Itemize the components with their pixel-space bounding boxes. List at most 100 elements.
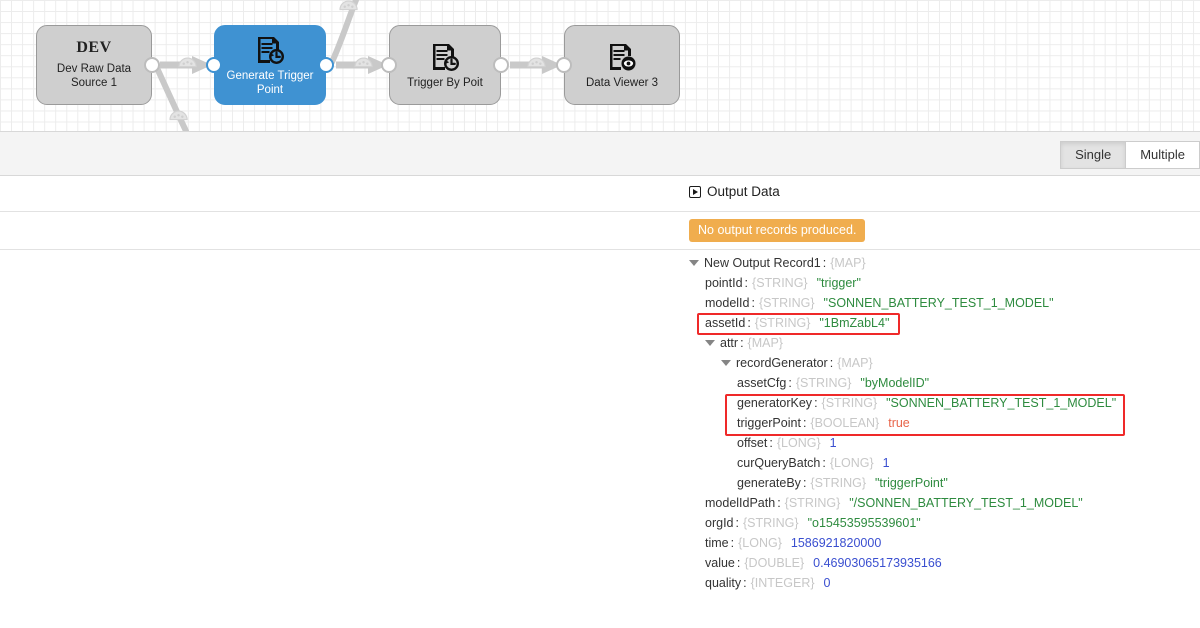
tree-key: assetId (705, 313, 745, 333)
tree-row[interactable]: modelId:{STRING}"SONNEN_BATTERY_TEST_1_M… (689, 293, 1116, 313)
tree-row[interactable]: recordGenerator:{MAP} (689, 353, 1116, 373)
tree-row[interactable]: triggerPoint:{BOOLEAN} true (689, 413, 1116, 433)
tree-colon: : (745, 273, 748, 293)
output-data-panel: Output Data No output records produced. … (0, 176, 1200, 628)
tree-value: "triggerPoint" (875, 473, 948, 493)
tree-type: {STRING} (822, 393, 878, 413)
view-mode-multiple-button[interactable]: Multiple (1126, 141, 1200, 169)
tree-type: {STRING} (755, 313, 811, 333)
tree-colon: : (777, 493, 780, 513)
tree-colon: : (830, 353, 833, 373)
tree-value: true (888, 413, 910, 433)
pipeline-node-generate-trigger-point[interactable]: Generate TriggerPoint (214, 25, 326, 105)
tree-value: 0.46903065173935166 (813, 553, 942, 573)
tree-type: {LONG} (830, 453, 874, 473)
node-label: Generate TriggerPoint (223, 69, 318, 97)
tree-value: 1 (883, 453, 890, 473)
no-output-records-banner: No output records produced. (689, 219, 865, 242)
node-label: Trigger By Poit (403, 76, 487, 90)
tree-key: offset (737, 433, 767, 453)
tree-colon: : (736, 513, 739, 533)
caret-down-icon[interactable] (721, 360, 731, 366)
tree-type: {BOOLEAN} (810, 413, 879, 433)
pipeline-node-dev-raw-data-source-1[interactable]: DEV Dev Raw DataSource 1 (36, 25, 152, 105)
tree-key: triggerPoint (737, 413, 801, 433)
tree-value: "/SONNEN_BATTERY_TEST_1_MODEL" (849, 493, 1082, 513)
tree-value: "o15453595539601" (808, 513, 921, 533)
node-port-output-generate-trigger-point[interactable] (318, 57, 334, 73)
tree-colon: : (769, 433, 772, 453)
tree-colon: : (822, 453, 825, 473)
tree-key: assetCfg (737, 373, 786, 393)
tree-type: {STRING} (752, 273, 808, 293)
tree-row[interactable]: offset:{LONG} 1 (689, 433, 1116, 453)
tree-row[interactable]: attr:{MAP} (689, 333, 1116, 353)
tree-colon: : (731, 533, 734, 553)
caret-down-icon[interactable] (689, 260, 699, 266)
node-port-input-trigger-by-poit[interactable] (381, 57, 397, 73)
tree-key: value (705, 553, 735, 573)
tree-colon: : (743, 573, 746, 593)
tree-type: {STRING} (785, 493, 841, 513)
tree-colon: : (737, 553, 740, 573)
tree-row[interactable]: generatorKey:{STRING}"SONNEN_BATTERY_TES… (689, 393, 1116, 413)
node-label: Dev Raw DataSource 1 (53, 62, 135, 90)
panel-toolbar: Single Multiple (0, 131, 1200, 176)
tree-key: modelIdPath (705, 493, 775, 513)
tree-row[interactable]: generateBy:{STRING}"triggerPoint" (689, 473, 1116, 493)
tree-row[interactable]: modelIdPath:{STRING} "/SONNEN_BATTERY_TES… (689, 493, 1116, 513)
tree-colon: : (814, 393, 817, 413)
tree-key: recordGenerator (736, 353, 828, 373)
tree-colon: : (751, 293, 754, 313)
node-title-dev: DEV (76, 41, 111, 55)
node-port-input-generate-trigger-point[interactable] (206, 57, 222, 73)
tree-value: "SONNEN_BATTERY_TEST_1_MODEL" (824, 293, 1054, 313)
tree-row[interactable]: New Output Record1:{MAP} (689, 253, 1116, 273)
tree-row[interactable]: value:{DOUBLE} 0.46903065173935166 (689, 553, 1116, 573)
tree-type: {LONG} (777, 433, 821, 453)
node-port-output-trigger-by-poit[interactable] (493, 57, 509, 73)
document-clock-icon (254, 34, 286, 66)
tree-colon: : (803, 413, 806, 433)
tree-type: {MAP} (748, 333, 783, 353)
tree-type: {MAP} (837, 353, 872, 373)
tree-type: {DOUBLE} (744, 553, 804, 573)
tree-row[interactable]: orgId:{STRING}"o15453595539601" (689, 513, 1116, 533)
tree-key: time (705, 533, 729, 553)
tree-value: "SONNEN_BATTERY_TEST_1_MODEL" (886, 393, 1116, 413)
tree-colon: : (740, 333, 743, 353)
tree-key: attr (720, 333, 738, 353)
tree-row[interactable]: assetCfg:{STRING}"byModelID" (689, 373, 1116, 393)
tree-key: curQueryBatch (737, 453, 820, 473)
tree-type: {STRING} (796, 373, 852, 393)
tree-key: quality (705, 573, 741, 593)
document-eye-icon (606, 41, 638, 73)
tree-key: modelId (705, 293, 749, 313)
tree-type: {LONG} (738, 533, 782, 553)
view-mode-toggle-group[interactable]: Single Multiple (1060, 141, 1200, 169)
tree-value: 1 (830, 433, 837, 453)
node-port-input-data-viewer-3[interactable] (556, 57, 572, 73)
node-label: Data Viewer 3 (582, 76, 662, 90)
tree-type: {MAP} (830, 253, 865, 273)
tree-colon: : (803, 473, 806, 493)
tree-value: 0 (824, 573, 831, 593)
tree-key: New Output Record1 (704, 253, 821, 273)
tree-value: "trigger" (817, 273, 861, 293)
tree-value: "1BmZabL4" (819, 313, 889, 333)
pipeline-node-data-viewer-3[interactable]: Data Viewer 3 (564, 25, 680, 105)
tree-row[interactable]: quality:{INTEGER}0 (689, 573, 1116, 593)
pipeline-node-trigger-by-poit[interactable]: Trigger By Poit (389, 25, 501, 105)
pipeline-canvas[interactable]: DEV Dev Raw DataSource 1 Generate Trigge… (0, 0, 1200, 131)
output-data-title: Output Data (707, 184, 780, 199)
tree-row[interactable]: assetId:{STRING} "1BmZabL4" (689, 313, 1116, 333)
tree-row[interactable]: pointId:{STRING}"trigger" (689, 273, 1116, 293)
caret-down-icon[interactable] (705, 340, 715, 346)
output-record-tree[interactable]: New Output Record1:{MAP}pointId:{STRING}… (689, 253, 1116, 593)
view-mode-single-button[interactable]: Single (1060, 141, 1126, 169)
tree-row[interactable]: time:{LONG}1586921820000 (689, 533, 1116, 553)
tree-colon: : (747, 313, 750, 333)
node-port-output-dev-raw-data-source-1[interactable] (144, 57, 160, 73)
tree-row[interactable]: curQueryBatch:{LONG} 1 (689, 453, 1116, 473)
play-box-icon (689, 186, 701, 198)
